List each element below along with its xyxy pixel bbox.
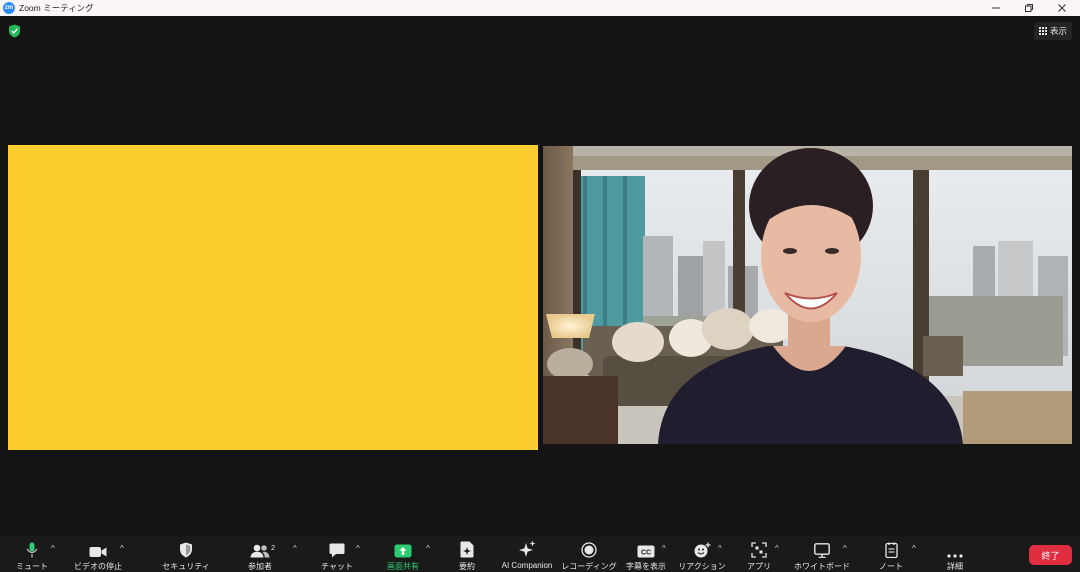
chat-icon xyxy=(329,543,345,558)
security-label: セキュリティ xyxy=(162,562,210,571)
restore-icon xyxy=(1025,4,1033,12)
record-icon xyxy=(581,542,597,558)
captions-icon-text: CC xyxy=(641,550,651,557)
reaction-label: リアクション xyxy=(678,562,726,571)
share-screen-label: 画面共有 xyxy=(387,562,419,571)
restore-button[interactable] xyxy=(1013,0,1045,16)
chat-label: チャット xyxy=(321,562,353,571)
minimize-icon xyxy=(992,7,1000,9)
mute-button[interactable]: ミュート xyxy=(16,536,48,572)
reaction-icon xyxy=(694,542,710,558)
zoom-logo-text: zm xyxy=(4,5,14,11)
captions-button[interactable]: CC 字幕を表示 xyxy=(622,536,670,572)
apps-options-caret[interactable]: ^ xyxy=(775,544,779,553)
captions-label: 字幕を表示 xyxy=(626,562,666,571)
chat-button[interactable]: チャット xyxy=(321,536,353,572)
close-icon xyxy=(1058,4,1066,12)
notes-button[interactable]: ノート xyxy=(876,536,906,572)
apps-button[interactable]: アプリ xyxy=(744,536,774,572)
reaction-button[interactable]: リアクション xyxy=(678,536,726,572)
participants-options-caret[interactable]: ^ xyxy=(293,544,297,553)
stop-video-label: ビデオの停止 xyxy=(74,562,122,571)
whiteboard-button[interactable]: ホワイトボード xyxy=(794,536,850,572)
video-camera-icon xyxy=(89,547,107,557)
view-button[interactable]: 表示 xyxy=(1034,22,1073,40)
stop-video-button[interactable]: ビデオの停止 xyxy=(72,536,124,572)
ai-companion-button[interactable]: AI Companion xyxy=(496,536,558,572)
share-screen-button[interactable]: 画面共有 xyxy=(383,536,423,572)
reaction-options-caret[interactable]: ^ xyxy=(718,544,722,553)
participants-icon xyxy=(250,544,270,558)
share-screen-icon xyxy=(394,544,412,558)
meeting-toolbar: ミュート ^ ビデオの停止 ^ セキュリティ 参加者 2 ^ チャット ^ 画面… xyxy=(0,536,1080,572)
chat-options-caret[interactable]: ^ xyxy=(356,544,360,553)
more-label: 詳細 xyxy=(947,562,963,571)
minimize-button[interactable] xyxy=(980,0,1012,16)
whiteboard-label: ホワイトボード xyxy=(794,562,850,571)
mute-options-caret[interactable]: ^ xyxy=(51,544,55,553)
shield-icon xyxy=(180,542,192,558)
video-options-caret[interactable]: ^ xyxy=(120,544,124,553)
ai-companion-label: AI Companion xyxy=(501,561,553,570)
participant-count-badge: 2 xyxy=(271,543,276,552)
recording-label: レコーディング xyxy=(561,562,617,571)
microphone-icon xyxy=(26,542,38,558)
participants-button[interactable]: 参加者 xyxy=(244,536,276,572)
whiteboard-options-caret[interactable]: ^ xyxy=(843,544,847,553)
summary-button[interactable]: 要約 xyxy=(452,536,482,572)
zoom-logo-icon: zm xyxy=(3,2,15,14)
whiteboard-icon xyxy=(814,543,830,558)
end-meeting-button[interactable]: 終了 xyxy=(1029,545,1072,565)
camera-feed-image xyxy=(543,146,1072,444)
captions-icon: CC xyxy=(637,545,655,558)
summary-icon xyxy=(460,541,474,558)
notes-icon xyxy=(884,542,898,558)
notes-label: ノート xyxy=(879,562,903,571)
apps-label: アプリ xyxy=(747,562,771,571)
summary-label: 要約 xyxy=(459,562,475,571)
shield-check-icon[interactable] xyxy=(8,24,21,38)
more-icon xyxy=(947,554,963,558)
participant-tile-video-off[interactable] xyxy=(8,145,538,450)
security-button[interactable]: セキュリティ xyxy=(162,536,210,572)
participant-tile-camera[interactable] xyxy=(543,146,1072,444)
grid-icon xyxy=(1039,27,1047,35)
share-options-caret[interactable]: ^ xyxy=(426,544,430,553)
close-button[interactable] xyxy=(1046,0,1078,16)
ai-sparkle-icon xyxy=(519,540,536,557)
recording-button[interactable]: レコーディング xyxy=(561,536,617,572)
view-label: 表示 xyxy=(1050,26,1068,36)
window-title: Zoom ミーティング xyxy=(19,3,94,13)
mute-label: ミュート xyxy=(16,562,48,571)
meeting-area: 表示 xyxy=(0,16,1080,536)
apps-icon xyxy=(751,542,767,558)
more-button[interactable]: 詳細 xyxy=(940,536,970,572)
participants-label: 参加者 xyxy=(248,562,272,571)
notes-options-caret[interactable]: ^ xyxy=(912,544,916,553)
title-bar: zm Zoom ミーティング xyxy=(0,0,1080,16)
captions-options-caret[interactable]: ^ xyxy=(662,544,666,553)
